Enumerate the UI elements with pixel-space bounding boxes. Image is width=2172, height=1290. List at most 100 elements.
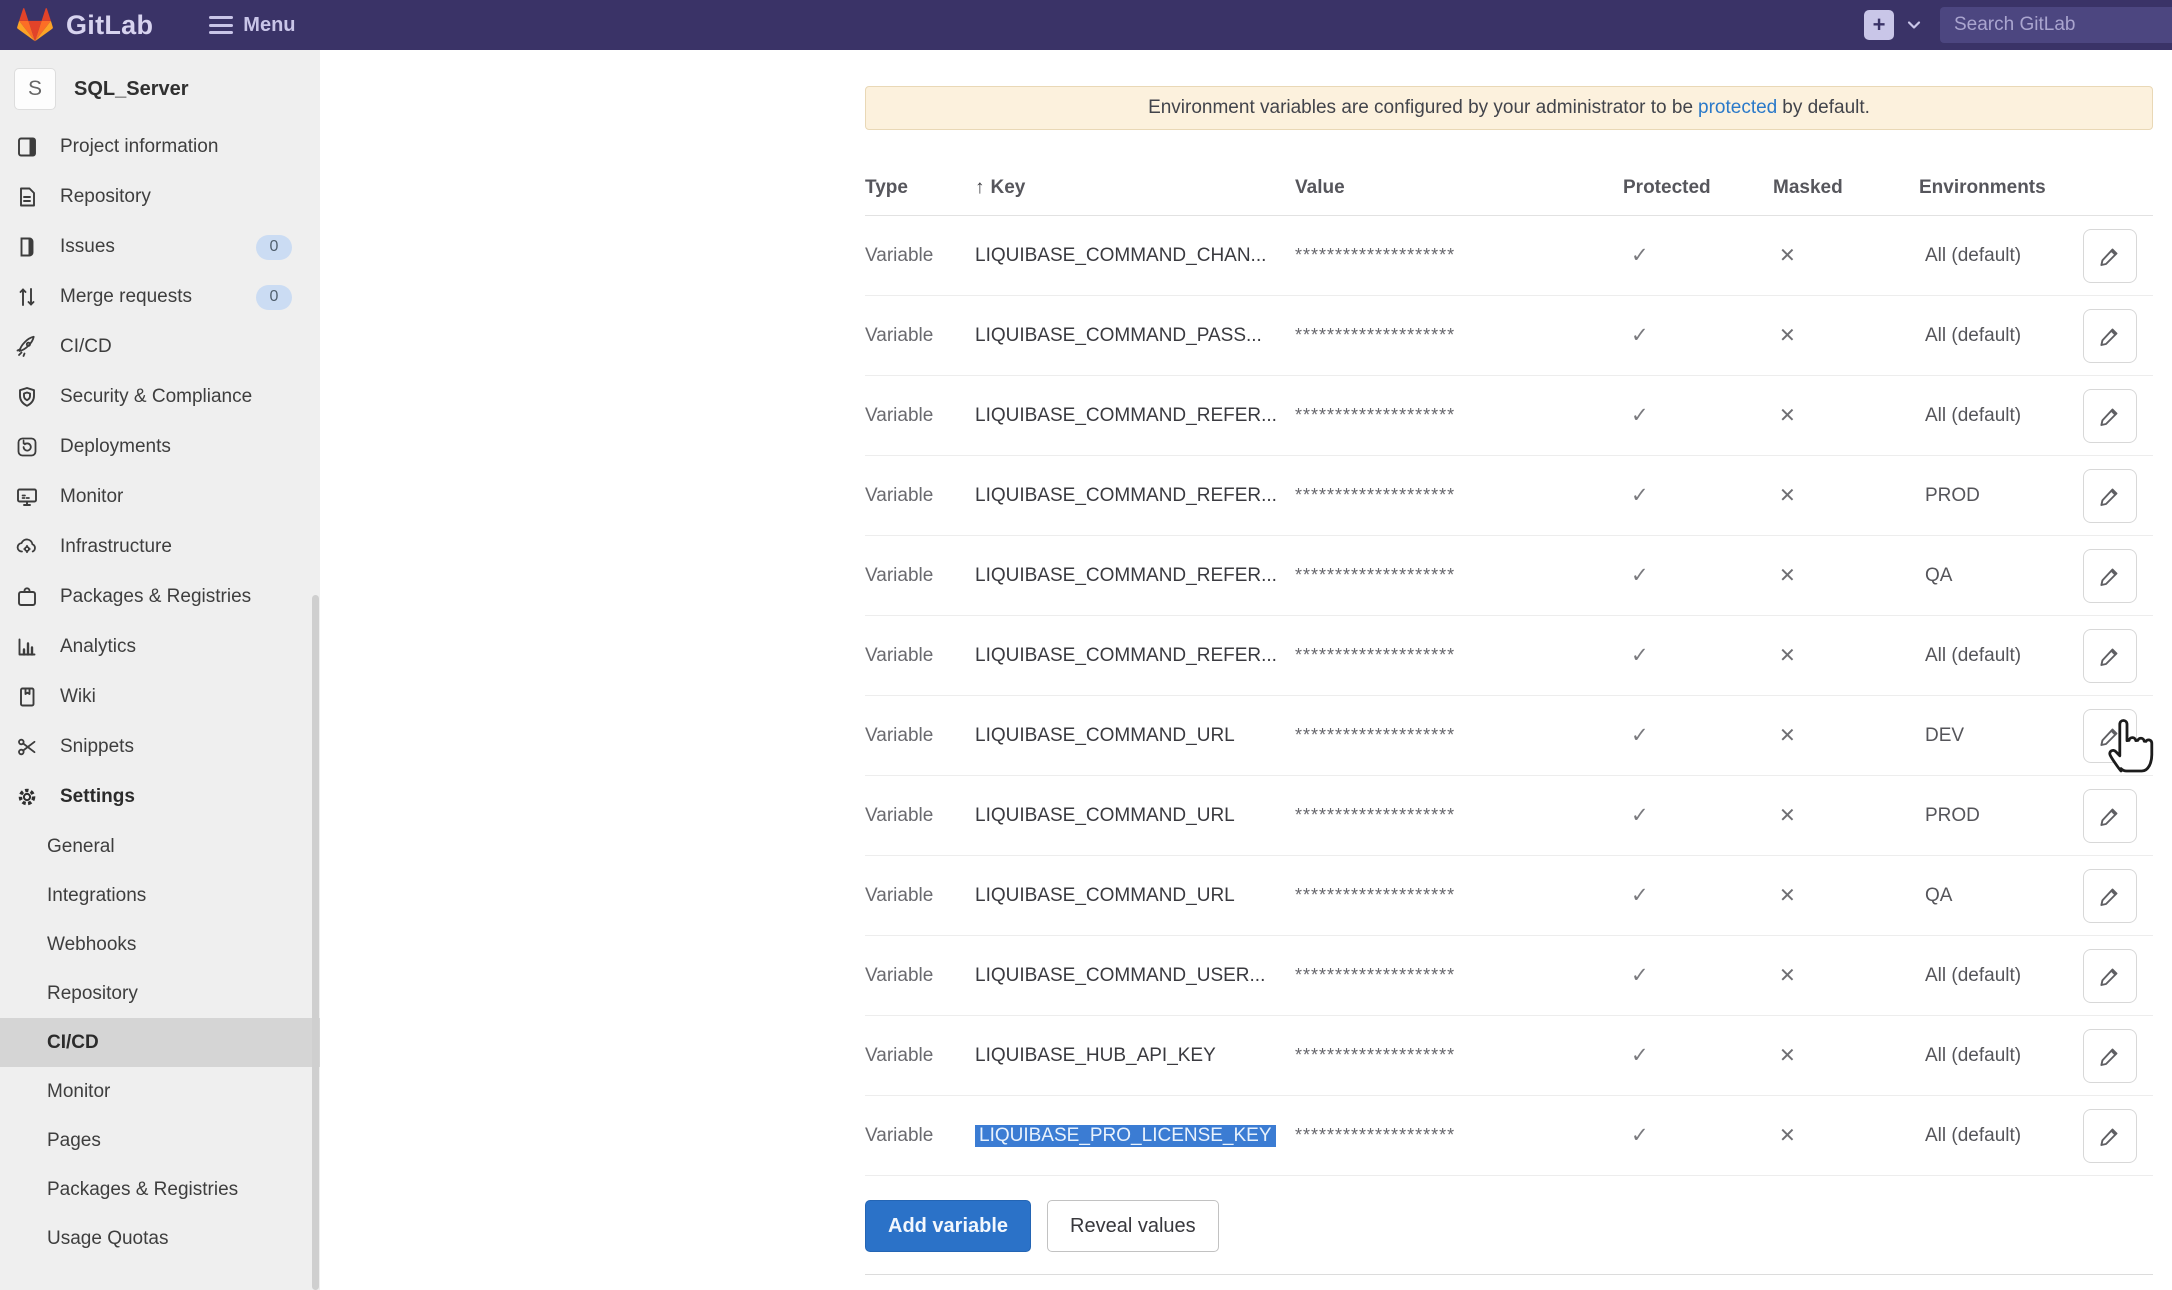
edit-variable-button[interactable] <box>2083 309 2137 363</box>
sidebar-subitem-usage-quotas[interactable]: Usage Quotas <box>0 1214 320 1263</box>
project-header[interactable]: S SQL_Server <box>0 50 320 122</box>
sidebar-item-issues[interactable]: Issues 0 <box>0 222 320 272</box>
variable-masked-value: ******************** <box>1295 485 1623 506</box>
pencil-icon <box>2098 244 2122 268</box>
sidebar-subitem-packages-registries[interactable]: Packages & Registries <box>0 1165 320 1214</box>
edit-variable-button[interactable] <box>2083 1029 2137 1083</box>
pencil-icon <box>2098 964 2122 988</box>
sidebar-item-snippets[interactable]: Snippets <box>0 722 320 772</box>
column-header-protected: Protected <box>1623 177 1773 199</box>
sidebar-item-settings[interactable]: Settings <box>0 772 320 822</box>
sort-ascending-icon: ↑ <box>975 177 985 199</box>
edit-variable-button[interactable] <box>2083 469 2137 523</box>
chevron-down-icon[interactable] <box>1906 17 1922 33</box>
variable-row: Variable LIQUIBASE_PRO_LICENSE_KEY *****… <box>865 1096 2153 1176</box>
protected-check-icon: ✓ <box>1623 483 1773 508</box>
variable-environments: DEV <box>1919 725 2083 747</box>
masked-cross-icon: ✕ <box>1773 403 1919 428</box>
variable-type: Variable <box>865 965 975 987</box>
sidebar-item-monitor[interactable]: Monitor <box>0 472 320 522</box>
edit-variable-button[interactable] <box>2083 869 2137 923</box>
reveal-values-button[interactable]: Reveal values <box>1047 1200 1219 1252</box>
deployments-icon <box>14 434 40 460</box>
sidebar-scrollbar[interactable] <box>312 595 319 1290</box>
pencil-icon <box>2098 1124 2122 1148</box>
variable-masked-value: ******************** <box>1295 1045 1623 1066</box>
project-information-icon <box>14 134 40 160</box>
edit-variable-button[interactable] <box>2083 229 2137 283</box>
menu-button[interactable]: Menu <box>209 14 295 37</box>
search-input[interactable] <box>1940 7 2172 43</box>
protected-check-icon: ✓ <box>1623 723 1773 748</box>
masked-cross-icon: ✕ <box>1773 723 1919 748</box>
edit-variable-button[interactable] <box>2083 1109 2137 1163</box>
protected-check-icon: ✓ <box>1623 403 1773 428</box>
add-variable-button[interactable]: Add variable <box>865 1200 1031 1252</box>
sidebar-item-analytics[interactable]: Analytics <box>0 622 320 672</box>
sidebar-item-infrastructure[interactable]: Infrastructure <box>0 522 320 572</box>
sidebar-subitem-monitor[interactable]: Monitor <box>0 1067 320 1116</box>
variable-masked-value: ******************** <box>1295 725 1623 746</box>
variable-type: Variable <box>865 725 975 747</box>
edit-variable-button[interactable] <box>2083 549 2137 603</box>
protected-check-icon: ✓ <box>1623 323 1773 348</box>
sidebar: S SQL_Server Project information Reposit… <box>0 50 320 1290</box>
variable-key: LIQUIBASE_COMMAND_URL <box>975 725 1295 747</box>
section-divider <box>865 1274 2153 1275</box>
issues-icon <box>14 234 40 260</box>
column-header-key[interactable]: ↑ Key <box>975 177 1295 199</box>
masked-cross-icon: ✕ <box>1773 883 1919 908</box>
masked-cross-icon: ✕ <box>1773 483 1919 508</box>
sidebar-subitem-general[interactable]: General <box>0 822 320 871</box>
sidebar-subitem-ci-cd[interactable]: CI/CD <box>0 1018 320 1067</box>
package-icon <box>14 584 40 610</box>
gitlab-tanuki-icon <box>16 7 54 43</box>
repository-icon <box>14 184 40 210</box>
banner-text: Environment variables are configured by … <box>1148 97 1693 119</box>
sidebar-item-repository[interactable]: Repository <box>0 172 320 222</box>
protected-check-icon: ✓ <box>1623 1043 1773 1068</box>
sidebar-item-ci-cd[interactable]: CI/CD <box>0 322 320 372</box>
variable-environments: QA <box>1919 885 2083 907</box>
sidebar-subitem-integrations[interactable]: Integrations <box>0 871 320 920</box>
sidebar-subitem-pages[interactable]: Pages <box>0 1116 320 1165</box>
edit-variable-button[interactable] <box>2083 629 2137 683</box>
table-actions: Add variable Reveal values <box>865 1200 2153 1252</box>
edit-variable-button[interactable] <box>2083 709 2137 763</box>
pencil-icon <box>2098 804 2122 828</box>
variable-key: LIQUIBASE_COMMAND_PASS... <box>975 325 1295 347</box>
book-icon <box>14 684 40 710</box>
column-header-type: Type <box>865 177 975 199</box>
edit-variable-button[interactable] <box>2083 789 2137 843</box>
variable-row: Variable LIQUIBASE_COMMAND_REFER... ****… <box>865 456 2153 536</box>
sidebar-item-project-information[interactable]: Project information <box>0 122 320 172</box>
variable-masked-value: ******************** <box>1295 405 1623 426</box>
column-header-value: Value <box>1295 177 1623 199</box>
sidebar-item-deployments[interactable]: Deployments <box>0 422 320 472</box>
count-badge: 0 <box>256 235 292 260</box>
sidebar-item-packages-registries[interactable]: Packages & Registries <box>0 572 320 622</box>
merge-request-icon <box>14 284 40 310</box>
edit-variable-button[interactable] <box>2083 949 2137 1003</box>
gitlab-logo[interactable]: GitLab <box>16 7 153 43</box>
sidebar-menu: Project information Repository Issues 0 … <box>0 122 320 822</box>
variable-environments: QA <box>1919 565 2083 587</box>
edit-variable-button[interactable] <box>2083 389 2137 443</box>
sidebar-item-security-compliance[interactable]: Security & Compliance <box>0 372 320 422</box>
variable-row: Variable LIQUIBASE_COMMAND_URL *********… <box>865 856 2153 936</box>
protected-link[interactable]: protected <box>1698 97 1777 119</box>
variable-masked-value: ******************** <box>1295 885 1623 906</box>
pencil-icon <box>2098 404 2122 428</box>
sidebar-item-wiki[interactable]: Wiki <box>0 672 320 722</box>
selected-variable-key: LIQUIBASE_PRO_LICENSE_KEY <box>975 1125 1276 1147</box>
sidebar-subitem-webhooks[interactable]: Webhooks <box>0 920 320 969</box>
sidebar-item-merge-requests[interactable]: Merge requests 0 <box>0 272 320 322</box>
sidebar-subitem-repository[interactable]: Repository <box>0 969 320 1018</box>
new-item-button[interactable]: + <box>1864 10 1894 40</box>
settings-submenu: General Integrations Webhooks Repository… <box>0 822 320 1263</box>
admin-protected-banner: Environment variables are configured by … <box>865 86 2153 130</box>
gear-icon <box>14 784 40 810</box>
masked-cross-icon: ✕ <box>1773 1043 1919 1068</box>
column-header-environments: Environments <box>1919 177 2083 199</box>
gitlab-wordmark: GitLab <box>66 10 153 41</box>
